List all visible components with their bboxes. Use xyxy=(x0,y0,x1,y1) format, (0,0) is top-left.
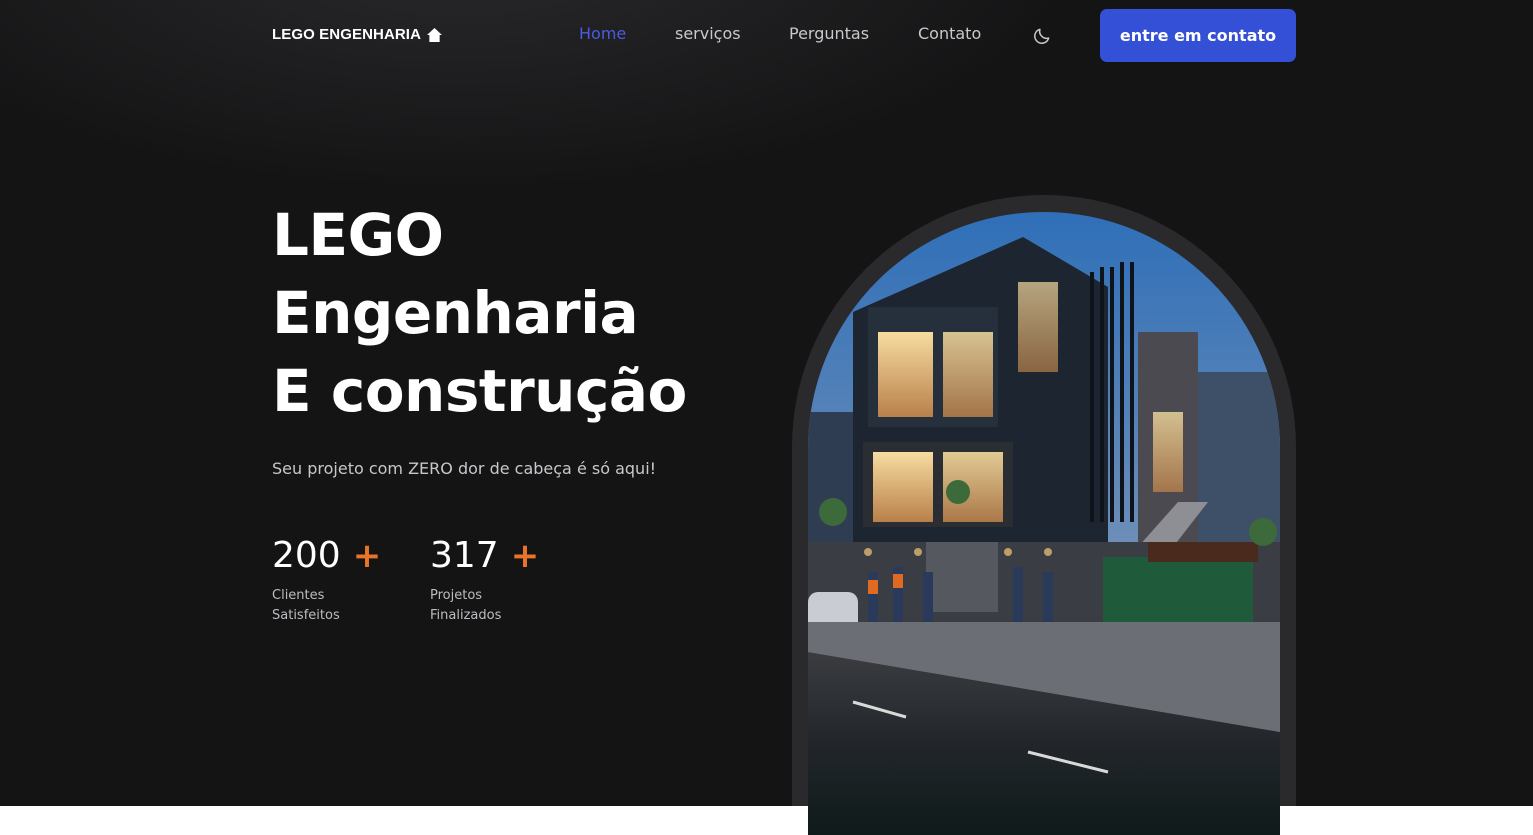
stat-value: 317 xyxy=(430,535,499,576)
nav-link-perguntas[interactable]: Perguntas xyxy=(789,24,869,43)
hero-title: LEGO Engenharia E construção xyxy=(272,196,772,430)
theme-toggle-button[interactable] xyxy=(1032,26,1052,46)
logo[interactable]: LEGO ENGENHARIA xyxy=(272,26,442,43)
plus-icon: + xyxy=(352,536,382,576)
stat-clients: 200 + Clientes Satisfeitos xyxy=(272,534,381,626)
hero-section: LEGO ENGENHARIA Home serviços Perguntas … xyxy=(0,0,1533,806)
logo-text: LEGO ENGENHARIA xyxy=(272,26,422,43)
stat-label: Projetos Finalizados xyxy=(430,586,539,626)
hero-title-line: LEGO xyxy=(272,201,444,269)
hero-title-line: E construção xyxy=(272,357,687,425)
plus-icon: + xyxy=(510,536,540,576)
nav-link-home[interactable]: Home xyxy=(579,24,626,43)
hero-title-line: Engenharia xyxy=(272,279,639,347)
nav-link-servicos[interactable]: serviços xyxy=(675,24,741,43)
stat-label-line: Finalizados xyxy=(430,608,502,623)
stat-label-line: Satisfeitos xyxy=(272,608,340,623)
next-section-edge xyxy=(0,806,1533,835)
stat-label-line: Clientes xyxy=(272,588,325,603)
nav-link-contato[interactable]: Contato xyxy=(918,24,981,43)
hero-subtitle: Seu projeto com ZERO dor de cabeça é só … xyxy=(272,459,657,478)
house-construction-illustration xyxy=(808,212,1280,835)
stat-value: 200 xyxy=(272,535,341,576)
top-navigation: LEGO ENGENHARIA Home serviços Perguntas … xyxy=(0,0,1533,70)
moon-icon xyxy=(1034,28,1050,44)
stat-label: Clientes Satisfeitos xyxy=(272,586,381,626)
stat-label-line: Projetos xyxy=(430,588,483,603)
contact-button[interactable]: entre em contato xyxy=(1100,9,1296,62)
stat-projects: 317 + Projetos Finalizados xyxy=(430,534,539,626)
home-icon xyxy=(427,27,442,42)
